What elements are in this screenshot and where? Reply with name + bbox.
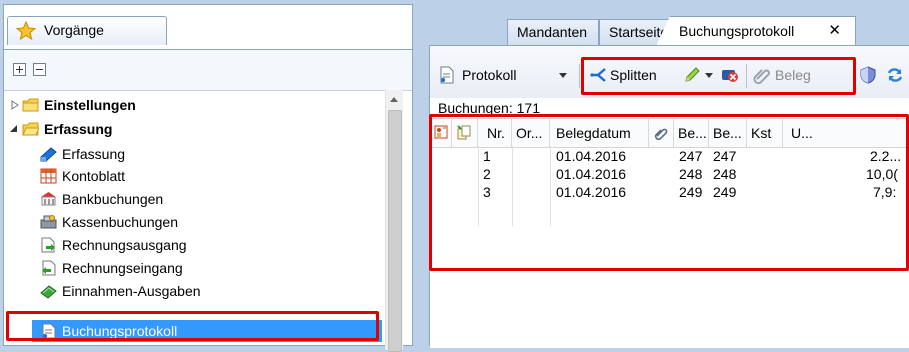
tree-item-label: Erfassung [62, 146, 126, 162]
grid-icon [40, 168, 57, 184]
refresh-icon[interactable] [886, 66, 904, 84]
link-column-header[interactable] [452, 119, 478, 147]
scroll-thumb[interactable] [388, 110, 402, 352]
tree-item-label: Rechnungseingang [62, 260, 183, 276]
paperclip-icon [753, 69, 770, 84]
cell-nr: 2 [483, 166, 491, 182]
collapse-all-button[interactable] [33, 63, 46, 76]
toolbar-separator [746, 64, 747, 88]
paperclip-icon [654, 128, 668, 140]
protocol-icon [42, 323, 56, 339]
income-expense-icon [40, 285, 57, 299]
cell-belegdatum: 01.04.2016 [556, 166, 627, 182]
cell-u: 7,9: [873, 184, 897, 200]
cell-be-2: 248 [713, 166, 737, 182]
tree-item-label: Buchungsprotokoll [62, 323, 178, 339]
toolbar-separator [579, 64, 580, 88]
column-header-kst[interactable]: Kst [747, 119, 783, 147]
splitten-label: Splitten [610, 67, 657, 83]
open-folder-icon [22, 122, 39, 136]
chevron-down-icon [705, 73, 713, 78]
cell-belegdatum: 01.04.2016 [556, 148, 627, 164]
content-panel: Protokoll Splitten Beleg Buchungen: 171 … [429, 45, 909, 348]
cell-be-2: 247 [713, 148, 737, 164]
cell-be-1: 247 [679, 148, 703, 164]
cash-icon [40, 215, 57, 229]
cell-nr: 3 [483, 184, 491, 200]
tree-item-label: Bankbuchungen [62, 191, 164, 207]
tree-item-label: Einstellungen [44, 97, 136, 113]
shield-icon[interactable] [859, 66, 877, 84]
tab-mandanten[interactable]: Mandanten [507, 19, 599, 45]
cell-u: 2.2... [870, 148, 902, 164]
folder-icon [22, 98, 39, 112]
column-header-be-2[interactable]: Be... [709, 119, 747, 147]
tab-label: Mandanten [517, 24, 588, 40]
copy-document-icon [457, 125, 471, 140]
tree-scrollbar[interactable] [385, 90, 403, 352]
column-header-be-1[interactable]: Be... [674, 119, 709, 147]
tab-buchungsprotokoll[interactable]: Buchungsprotokoll ✕ [656, 16, 856, 46]
protokoll-dropdown[interactable]: Protokoll [438, 63, 574, 87]
expanded-arrow-icon[interactable] [10, 124, 18, 134]
tree-item-label: Einnahmen-Ausgaben [62, 283, 201, 299]
cell-be-2: 249 [713, 184, 737, 200]
table-row[interactable]: 2 01.04.2016 248 248 10,0( [430, 166, 909, 182]
bookings-grid: Nr. Or... Belegdatum Be... Be... Kst U..… [430, 118, 909, 348]
document-tab-strip: Mandanten Startseite Buchungsprotokoll ✕ [416, 14, 909, 46]
bookings-count: Buchungen: 171 [438, 100, 540, 116]
table-row[interactable]: 1 01.04.2016 247 247 2.2... [430, 148, 909, 164]
split-icon [590, 68, 606, 82]
column-header-or[interactable]: Or... [512, 119, 550, 147]
column-header-u[interactable]: U... [783, 119, 909, 147]
flag-column-header[interactable] [430, 119, 452, 147]
close-tab-icon[interactable]: ✕ [828, 17, 841, 45]
edit-dropdown[interactable] [683, 63, 715, 87]
column-header-nr[interactable]: Nr. [478, 119, 512, 147]
invoice-out-icon [41, 237, 55, 253]
tab-label: Startseite [609, 24, 669, 40]
cell-nr: 1 [483, 148, 491, 164]
splitten-button[interactable]: Splitten [590, 63, 680, 87]
beleg-label: Beleg [775, 67, 811, 83]
bank-icon [41, 192, 56, 206]
pencil-icon [685, 67, 700, 82]
pen-icon [40, 147, 57, 162]
tree-item-label: Kontoblatt [62, 168, 126, 184]
delete-icon[interactable] [721, 66, 739, 84]
column-header-belegdatum[interactable]: Belegdatum [550, 119, 649, 147]
people-icon [434, 125, 448, 139]
cell-be-1: 248 [679, 166, 703, 182]
attachment-column-header[interactable] [649, 119, 674, 147]
toolbar: Protokoll Splitten Beleg [430, 46, 909, 98]
star-icon [16, 21, 36, 41]
navigation-panel: Vorgänge Einstellungen Erfassung Erfassu… [3, 4, 413, 352]
cell-be-1: 249 [679, 184, 703, 200]
tree-item-label: Rechnungsausgang [62, 237, 187, 253]
tab-vorgaenge[interactable]: Vorgänge [7, 16, 167, 45]
tree-toolbar [4, 50, 412, 91]
expand-all-button[interactable] [13, 63, 26, 76]
chevron-down-icon [559, 73, 567, 78]
grid-header: Nr. Or... Belegdatum Be... Be... Kst U..… [430, 118, 909, 148]
collapsed-arrow-icon[interactable] [11, 100, 19, 110]
scroll-up-button[interactable] [386, 90, 403, 108]
beleg-button[interactable]: Beleg [753, 63, 833, 87]
table-row[interactable]: 3 01.04.2016 249 249 7,9: [430, 184, 909, 200]
tree-item-label: Erfassung [44, 121, 113, 137]
protokoll-label: Protokoll [462, 67, 517, 83]
cell-belegdatum: 01.04.2016 [556, 184, 627, 200]
invoice-in-icon [42, 260, 56, 276]
tab-label: Buchungsprotokoll [679, 23, 795, 39]
cell-u: 10,0( [866, 166, 898, 182]
document-icon [440, 66, 454, 84]
tree-item-label: Kassenbuchungen [62, 214, 178, 230]
tab-vorgaenge-label: Vorgänge [44, 22, 104, 38]
